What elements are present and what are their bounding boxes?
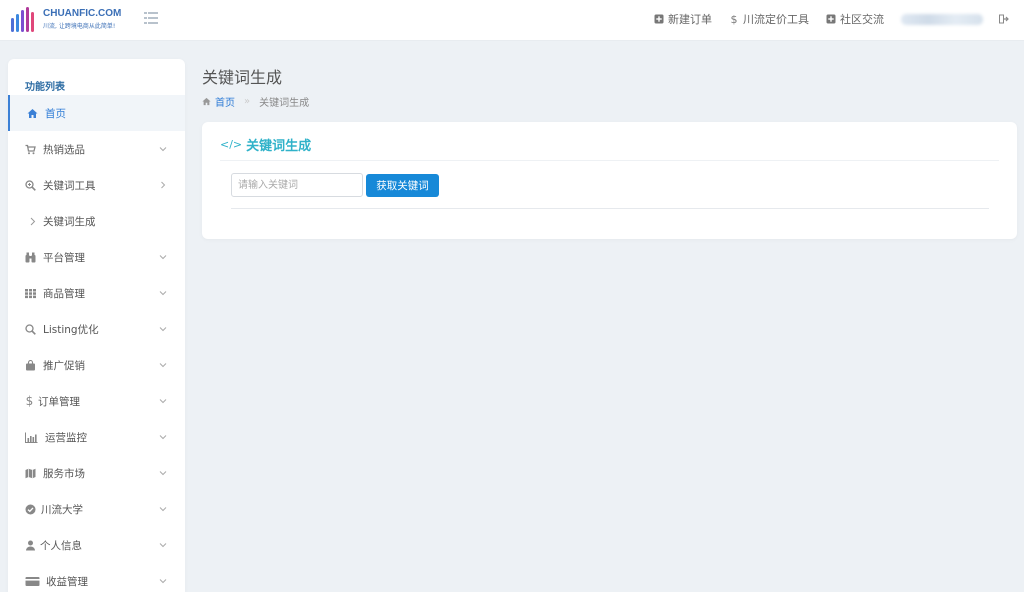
sidebar-item-keyword-generate[interactable]: 关键词生成 bbox=[8, 203, 185, 239]
chevron-down-icon bbox=[159, 147, 167, 152]
sidebar-item-listing[interactable]: Listing优化 bbox=[8, 311, 185, 347]
chevron-down-icon bbox=[159, 543, 167, 548]
chevron-right-icon bbox=[30, 217, 36, 225]
chevron-down-icon bbox=[159, 399, 167, 404]
sidebar-item-products[interactable]: 商品管理 bbox=[8, 275, 185, 311]
sidebar-item-label: 热销选品 bbox=[43, 143, 85, 156]
sidebar-item-university[interactable]: 川流大学 bbox=[8, 491, 185, 527]
card-divider bbox=[220, 160, 999, 161]
sidebar-item-label: 首页 bbox=[45, 107, 66, 120]
chevron-down-icon bbox=[159, 363, 167, 368]
check-circle-icon bbox=[25, 504, 36, 514]
sidebar-item-keyword-tools[interactable]: 关键词工具 bbox=[8, 167, 185, 203]
grid-icon bbox=[25, 288, 36, 298]
sidebar-item-earnings[interactable]: 收益管理 bbox=[8, 563, 185, 592]
breadcrumb-separator: » bbox=[244, 96, 251, 107]
sidebar-title: 功能列表 bbox=[25, 82, 65, 93]
new-order-label: 新建订单 bbox=[668, 13, 712, 26]
sidebar-item-hot-products[interactable]: 热销选品 bbox=[8, 131, 185, 167]
user-icon bbox=[26, 540, 35, 550]
top-bar: CHUANFIC.COM 川流, 让跨境电商从此简单! 新建订单 $ 川流定价工… bbox=[0, 0, 1024, 41]
chevron-down-icon bbox=[159, 471, 167, 476]
plus-square-icon bbox=[654, 14, 664, 24]
chevron-down-icon bbox=[159, 291, 167, 296]
home-icon bbox=[27, 108, 38, 118]
sidebar-item-label: 推广促销 bbox=[43, 359, 85, 372]
sidebar-item-label: 川流大学 bbox=[41, 503, 83, 516]
bar-chart-icon bbox=[25, 432, 38, 443]
sidebar-item-profile[interactable]: 个人信息 bbox=[8, 527, 185, 563]
dollar-icon: $ bbox=[25, 394, 34, 408]
sidebar-item-home[interactable]: 首页 bbox=[8, 95, 185, 131]
cart-icon bbox=[25, 144, 36, 154]
sidebar-item-label: 关键词工具 bbox=[43, 179, 96, 192]
sidebar-item-label: 运营监控 bbox=[45, 431, 87, 444]
pricing-tool-label: 川流定价工具 bbox=[743, 13, 809, 26]
sidebar-item-label: 商品管理 bbox=[43, 287, 85, 300]
chevron-down-icon bbox=[159, 435, 167, 440]
sidebar-item-promotion[interactable]: 推广促销 bbox=[8, 347, 185, 383]
code-icon: </> bbox=[220, 138, 243, 151]
card-header: </> 关键词生成 bbox=[220, 135, 311, 154]
card-title: 关键词生成 bbox=[246, 139, 312, 154]
search-icon bbox=[25, 323, 36, 335]
header-links: 新建订单 $ 川流定价工具 社区交流 bbox=[654, 0, 1024, 38]
sidebar-item-label: 关键词生成 bbox=[43, 215, 96, 228]
chevron-down-icon bbox=[159, 579, 167, 584]
credit-card-icon bbox=[25, 576, 40, 586]
sidebar: 功能列表 首页 热销选品 关键词工具 关键词生成 平台管理 商品管理 Listi… bbox=[8, 59, 185, 592]
community-link[interactable]: 社区交流 bbox=[826, 11, 884, 27]
sidebar-item-label: Listing优化 bbox=[43, 323, 99, 336]
binoculars-icon bbox=[25, 252, 36, 262]
dollar-icon: $ bbox=[730, 12, 738, 26]
map-icon bbox=[25, 468, 36, 478]
sidebar-item-label: 订单管理 bbox=[38, 395, 80, 408]
community-label: 社区交流 bbox=[840, 13, 884, 26]
sidebar-item-service-market[interactable]: 服务市场 bbox=[8, 455, 185, 491]
user-name-blurred[interactable] bbox=[901, 13, 983, 25]
logo-mark-icon bbox=[11, 7, 34, 32]
logo[interactable]: CHUANFIC.COM 川流, 让跨境电商从此简单! bbox=[10, 4, 122, 34]
get-keywords-button[interactable]: 获取关键词 bbox=[366, 174, 439, 197]
new-order-link[interactable]: 新建订单 bbox=[654, 11, 712, 27]
brand-name: CHUANFIC.COM bbox=[43, 8, 122, 19]
keyword-card: </> 关键词生成 获取关键词 bbox=[202, 122, 1017, 239]
logout-icon[interactable] bbox=[999, 14, 1009, 24]
breadcrumb-current: 关键词生成 bbox=[259, 98, 310, 109]
breadcrumb-home-label: 首页 bbox=[215, 98, 235, 109]
sidebar-item-platform[interactable]: 平台管理 bbox=[8, 239, 185, 275]
chevron-right-icon bbox=[161, 181, 166, 189]
home-icon bbox=[202, 97, 211, 106]
sidebar-item-label: 个人信息 bbox=[40, 539, 82, 552]
sidebar-item-label: 服务市场 bbox=[43, 467, 85, 480]
brand-slogan: 川流, 让跨境电商从此简单! bbox=[43, 23, 116, 30]
sidebar-item-label: 收益管理 bbox=[46, 575, 88, 588]
menu-toggle-icon[interactable] bbox=[144, 12, 158, 24]
plus-square-icon bbox=[826, 14, 836, 24]
sidebar-item-orders[interactable]: $ 订单管理 bbox=[8, 383, 185, 419]
shopping-bag-icon bbox=[26, 359, 35, 370]
breadcrumb-home-link[interactable]: 首页 bbox=[202, 94, 235, 109]
breadcrumb: 首页 » 关键词生成 bbox=[202, 94, 309, 109]
pricing-tool-link[interactable]: $ 川流定价工具 bbox=[729, 11, 810, 27]
chevron-down-icon bbox=[159, 255, 167, 260]
keyword-input[interactable] bbox=[231, 173, 363, 197]
chevron-down-icon bbox=[159, 507, 167, 512]
sidebar-item-label: 平台管理 bbox=[43, 251, 85, 264]
search-plus-icon bbox=[25, 179, 36, 191]
page-title: 关键词生成 bbox=[202, 68, 283, 87]
sidebar-item-monitoring[interactable]: 运营监控 bbox=[8, 419, 185, 455]
chevron-down-icon bbox=[159, 327, 167, 332]
results-divider bbox=[231, 208, 989, 209]
